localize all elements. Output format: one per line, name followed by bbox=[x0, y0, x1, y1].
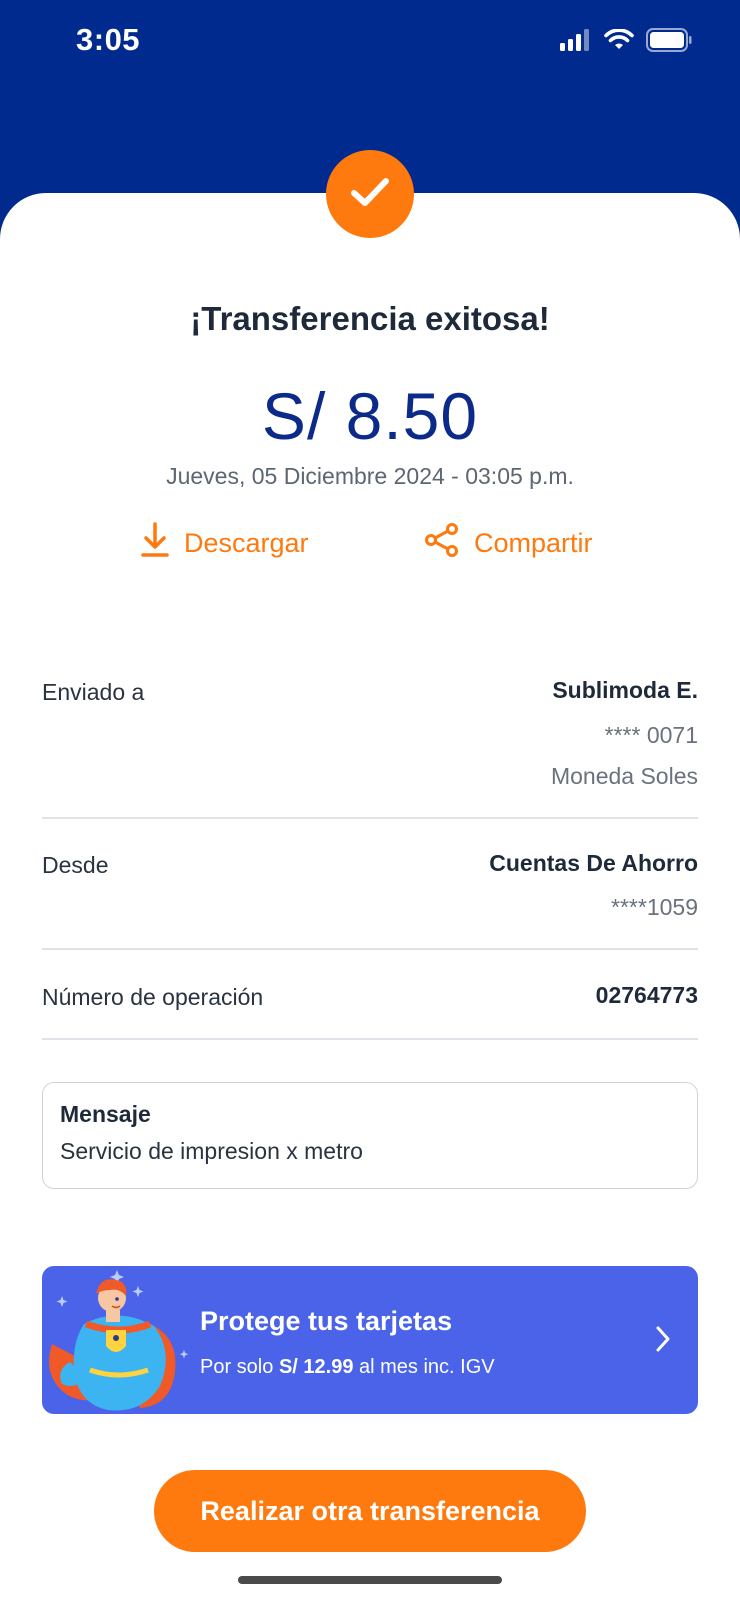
wifi-icon bbox=[604, 28, 634, 56]
operation-number: 02764773 bbox=[595, 982, 698, 1008]
status-bar: 3:05 bbox=[0, 0, 740, 90]
transfer-amount: S/ 8.50 bbox=[261, 379, 479, 453]
checkmark-icon bbox=[350, 176, 390, 213]
recipient-currency: Moneda Soles bbox=[550, 763, 698, 789]
promo-price: S/ 12.99 bbox=[278, 1356, 354, 1378]
download-label: Descargar bbox=[184, 528, 309, 558]
message-title: Mensaje bbox=[60, 1101, 151, 1127]
chevron-right-icon bbox=[654, 1324, 672, 1359]
transfer-date: Jueves, 05 Diciembre 2024 - 03:05 p.m. bbox=[166, 463, 574, 489]
success-badge bbox=[326, 150, 414, 238]
download-button[interactable]: Descargar bbox=[140, 522, 309, 565]
status-time: 3:05 bbox=[76, 22, 141, 57]
share-icon bbox=[424, 522, 460, 565]
source-account-number: ****1059 bbox=[611, 894, 698, 920]
success-title: ¡Transferencia exitosa! bbox=[190, 300, 550, 337]
share-button[interactable]: Compartir bbox=[424, 522, 593, 565]
home-indicator bbox=[238, 1576, 502, 1584]
recipient-name: Sublimoda E. bbox=[552, 677, 698, 703]
new-transfer-button[interactable]: Realizar otra transferencia bbox=[154, 1470, 586, 1552]
divider bbox=[42, 948, 698, 950]
share-label: Compartir bbox=[474, 528, 593, 558]
message-card: Mensaje Servicio de impresion x metro bbox=[42, 1082, 698, 1189]
status-icons bbox=[560, 28, 692, 57]
sent-to-label: Enviado a bbox=[42, 679, 145, 705]
signal-icon bbox=[560, 29, 592, 56]
download-icon bbox=[140, 522, 170, 565]
battery-icon bbox=[646, 28, 692, 57]
operation-label: Número de operación bbox=[42, 984, 264, 1010]
recipient-account: **** 0071 bbox=[604, 722, 698, 748]
promo-subtitle: Por solo S/ 12.99 al mes inc. IGV bbox=[200, 1356, 495, 1379]
promo-subtitle-prefix: Por solo bbox=[200, 1356, 279, 1378]
card-protection-banner[interactable]: Protege tus tarjetas Por solo S/ 12.99 a… bbox=[42, 1266, 698, 1414]
promo-subtitle-suffix: al mes inc. IGV bbox=[353, 1356, 495, 1378]
source-account-type: Cuentas De Ahorro bbox=[489, 850, 698, 876]
message-text: Servicio de impresion x metro bbox=[60, 1138, 363, 1164]
promo-title: Protege tus tarjetas bbox=[200, 1306, 453, 1336]
divider bbox=[42, 817, 698, 819]
superhero-illustration bbox=[42, 1266, 202, 1414]
divider bbox=[42, 1038, 698, 1040]
from-label: Desde bbox=[42, 852, 109, 878]
